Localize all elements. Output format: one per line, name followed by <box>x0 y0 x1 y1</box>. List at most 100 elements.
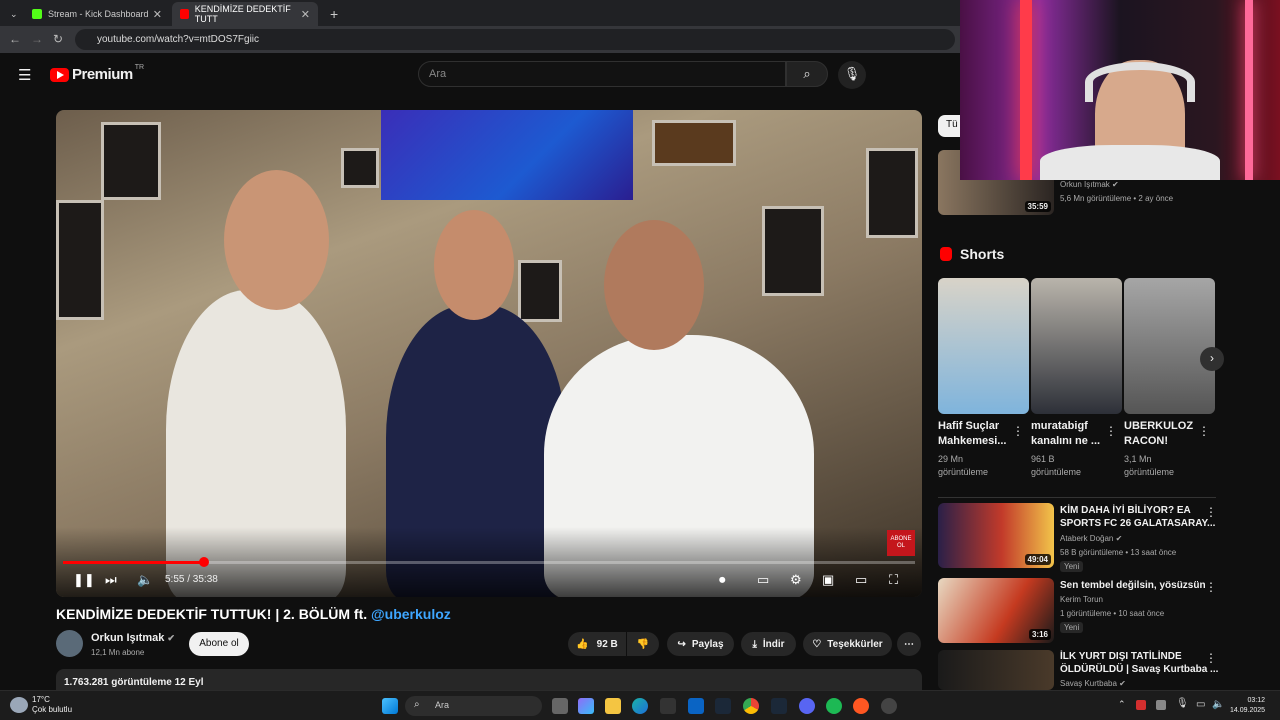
wall-portrait <box>101 122 161 200</box>
duration-badge: 35:59 <box>1024 201 1051 212</box>
search-icon[interactable]: ⌕ <box>786 61 828 87</box>
more-options-icon[interactable]: ⋮ <box>1205 505 1217 519</box>
verified-icon: ✔ <box>1115 534 1123 543</box>
video-thumbnail[interactable] <box>938 650 1054 690</box>
pause-icon[interactable]: ❚❚ <box>73 572 95 588</box>
steam-icon[interactable] <box>771 698 787 714</box>
channel-avatar[interactable] <box>56 630 83 657</box>
weather-widget[interactable]: 17°C Çok bulutlu <box>32 695 72 715</box>
more-options-icon[interactable]: ⋮ <box>1105 424 1117 438</box>
dislike-button[interactable]: 👎 <box>627 632 659 656</box>
video-meta: 58 B görüntüleme • 13 saat önce <box>1060 548 1177 557</box>
video-frame-tv <box>381 110 633 200</box>
autoplay-toggle[interactable]: ⏺ <box>719 572 726 588</box>
video-channel[interactable]: Kerim Torun <box>1060 595 1103 604</box>
weather-icon[interactable] <box>10 697 28 713</box>
more-options-icon[interactable]: ⋮ <box>1205 580 1217 594</box>
subscribe-watermark[interactable]: ABONE OL <box>887 530 915 556</box>
like-button[interactable]: 👍 92 B <box>568 632 626 656</box>
tray-app-icon[interactable] <box>1156 700 1166 710</box>
taskbar-search[interactable]: Ara <box>405 696 542 716</box>
subtitles-icon[interactable]: ▭ <box>757 572 769 588</box>
close-tab-icon[interactable]: ✕ <box>301 8 310 21</box>
progress-bar[interactable] <box>63 557 915 567</box>
verified-icon: ✔ <box>167 633 175 643</box>
more-options-icon[interactable]: ⋮ <box>1205 651 1217 665</box>
video-channel[interactable]: Orkun Işıtmak ✔ <box>1060 180 1119 189</box>
network-icon[interactable]: ▭ <box>1196 699 1205 710</box>
forward-icon[interactable]: → <box>31 32 43 46</box>
thumbs-up-icon: 👍 <box>576 638 589 650</box>
app-icon[interactable] <box>881 698 897 714</box>
short-thumbnail[interactable] <box>938 278 1029 414</box>
task-view-icon[interactable] <box>552 698 568 714</box>
progress-played <box>63 561 205 564</box>
short-thumbnail[interactable] <box>1124 278 1215 414</box>
next-icon[interactable]: ⏭ <box>105 572 117 588</box>
theater-mode-icon[interactable]: ▭ <box>855 572 867 588</box>
url-field[interactable]: youtube.com/watch?v=mtDOS7Fgiic <box>75 29 955 50</box>
short-title[interactable]: UBERKULOZ RACON! <box>1124 419 1193 449</box>
duration-badge: 3:16 <box>1028 629 1051 640</box>
more-actions-button[interactable]: ⋯ <box>897 632 921 656</box>
tab-list-button[interactable]: ⌄ <box>2 2 22 26</box>
wall-portrait <box>866 148 918 238</box>
spotify-icon[interactable] <box>826 698 842 714</box>
shorts-next-button[interactable]: › <box>1200 347 1224 371</box>
more-options-icon[interactable]: ⋮ <box>1012 424 1024 438</box>
settings-icon[interactable]: ⚙ <box>790 572 802 588</box>
chrome-icon[interactable] <box>743 698 759 714</box>
tab-kick-dashboard[interactable]: Stream - Kick Dashboard ✕ <box>24 2 170 26</box>
copilot-icon[interactable] <box>578 698 594 714</box>
mention-link[interactable]: @uberkuloz <box>371 606 451 622</box>
thanks-button[interactable]: ♡ Teşekkürler <box>803 632 892 656</box>
video-player[interactable]: ABONE OL ❚❚ ⏭ 🔈 5:55 / 35:38 ⏺ ▭ ⚙ ▣ ▭ ⛶ <box>56 110 922 597</box>
back-icon[interactable]: ← <box>9 32 21 46</box>
taskbar-clock[interactable]: 03:12 14.09.2025 <box>1230 696 1265 716</box>
menu-icon[interactable]: ☰ <box>18 66 31 84</box>
video-title-link[interactable]: Sen tembel değilsin, yösüzsün <box>1060 579 1206 592</box>
video-thumbnail[interactable]: 49:04 <box>938 503 1054 568</box>
close-tab-icon[interactable]: ✕ <box>153 8 162 21</box>
windows-start-icon[interactable] <box>382 698 398 714</box>
volume-icon[interactable]: 🔈 <box>1212 699 1224 710</box>
steam-icon[interactable] <box>715 698 731 714</box>
video-thumbnail[interactable]: 3:16 <box>938 578 1054 643</box>
verified-icon: ✔ <box>1112 180 1119 189</box>
short-title[interactable]: Hafif Suçlar Mahkemesi... <box>938 419 1006 449</box>
microphone-icon[interactable]: 🎙 <box>1176 698 1189 709</box>
discord-icon[interactable] <box>799 698 815 714</box>
reload-icon[interactable]: ↻ <box>53 32 63 46</box>
search-input[interactable]: Ara <box>418 61 786 87</box>
store-icon[interactable] <box>660 698 676 714</box>
volume-icon[interactable]: 🔈 <box>137 572 153 588</box>
led-light <box>1020 0 1032 180</box>
search-icon: ⌕ <box>414 699 420 710</box>
app-icon[interactable] <box>853 698 869 714</box>
short-thumbnail[interactable] <box>1031 278 1122 414</box>
channel-name[interactable]: Orkun Işıtmak ✔ <box>91 632 175 644</box>
tray-app-icon[interactable] <box>1136 700 1146 710</box>
subscribe-button[interactable]: Abone ol <box>189 632 249 656</box>
tray-chevron-icon[interactable]: ⌃ <box>1118 699 1126 710</box>
verified-icon: ✔ <box>1119 679 1126 688</box>
more-options-icon[interactable]: ⋮ <box>1198 424 1210 438</box>
led-light <box>1245 0 1253 180</box>
new-tab-button[interactable]: + <box>322 2 342 26</box>
download-button[interactable]: ⤓ İndir <box>741 632 796 656</box>
share-icon: ↪ <box>677 638 686 650</box>
fullscreen-icon[interactable]: ⛶ <box>889 572 898 588</box>
tab-youtube[interactable]: KENDİMİZE DEDEKTİF TUTT ✕ <box>172 2 318 26</box>
video-channel[interactable]: Savaş Kurtbaba ✔ <box>1060 679 1126 688</box>
edge-icon[interactable] <box>632 698 648 714</box>
video-title-link[interactable]: KİM DAHA İYİ BİLİYOR? EA SPORTS FC 26 GAL… <box>1060 504 1215 530</box>
microphone-icon[interactable]: 🎙 <box>838 61 866 89</box>
video-channel[interactable]: Ataberk Doğan ✔ <box>1060 534 1122 543</box>
youtube-logo[interactable]: Premium TR <box>50 64 144 83</box>
outlook-icon[interactable] <box>688 698 704 714</box>
video-title-link[interactable]: İLK YURT DIŞI TATİLİNDE ÖLDÜRÜLDÜ | Savaş… <box>1060 650 1218 676</box>
share-button[interactable]: ↪ Paylaş <box>667 632 734 656</box>
miniplayer-icon[interactable]: ▣ <box>822 572 834 588</box>
file-explorer-icon[interactable] <box>605 698 621 714</box>
short-title[interactable]: muratabigf kanalını ne ... <box>1031 419 1100 449</box>
